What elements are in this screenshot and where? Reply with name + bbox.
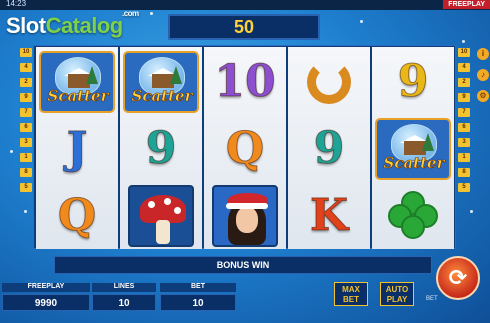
status-bar: 14:23 FREEPLAY [0, 0, 490, 10]
payline-indicator[interactable]: 2 [20, 78, 32, 87]
symbol-clover [372, 182, 454, 249]
spin-button[interactable]: ⟳ [436, 256, 480, 300]
lines-selector[interactable]: LINES 10 [92, 283, 156, 319]
payline-indicator[interactable]: 4 [458, 63, 470, 72]
symbol-scatter: Scatter [36, 48, 118, 115]
clock: 14:23 [6, 0, 27, 8]
symbol-q: Q [57, 190, 97, 242]
payline-indicator[interactable]: 9 [20, 93, 32, 102]
symbol-j: J [66, 123, 88, 175]
symbol-q: Q [225, 123, 265, 175]
win-display: 50 [168, 14, 320, 40]
symbol-9: 9 [397, 56, 429, 108]
slotcatalog-logo: SlotCatalog .com [6, 9, 139, 38]
symbol-10: 10 [214, 56, 276, 108]
payline-indicators-left: 10 4 2 9 7 6 3 1 8 5 [20, 48, 32, 198]
side-controls: i ♪ ⚙ [477, 48, 489, 111]
auto-play-button[interactable]: AUTO PLAY [380, 282, 414, 306]
reel-1: Scatter J Q [36, 47, 118, 249]
symbol-girl [204, 182, 286, 249]
symbol-scatter: Scatter [372, 115, 454, 182]
payline-indicator[interactable]: 8 [20, 168, 32, 177]
reel-area: Scatter J Q Scatter 9 10 Q 9 K 9 Scatter [33, 45, 456, 249]
info-icon[interactable]: i [477, 48, 489, 60]
reel-4: 9 K [288, 47, 370, 249]
payline-indicator[interactable]: 4 [20, 63, 32, 72]
bonus-win-bar: BONUS WIN [54, 256, 432, 274]
win-value: 50 [233, 17, 255, 37]
payline-indicators-right: 10 4 2 9 7 6 3 1 8 5 [458, 48, 470, 198]
symbol-k: K [309, 190, 349, 242]
volume-icon[interactable]: ♪ [477, 69, 489, 81]
payline-indicator[interactable]: 1 [458, 153, 470, 162]
symbol-9: 9 [145, 123, 177, 175]
payline-indicator[interactable]: 7 [458, 108, 470, 117]
symbol-scatter: Scatter [120, 48, 202, 115]
payline-indicator[interactable]: 10 [458, 48, 470, 57]
max-bet-button[interactable]: MAX BET [334, 282, 368, 306]
bet-selector[interactable]: BET 10 [160, 283, 236, 319]
gear-icon[interactable]: ⚙ [477, 90, 489, 102]
freeplay-balance: FREEPLAY 9990 [2, 283, 90, 319]
bet-side-label: BET [426, 296, 438, 302]
reel-2: Scatter 9 [120, 47, 202, 249]
symbol-9: 9 [313, 123, 345, 175]
spin-icon: ⟳ [448, 265, 468, 290]
symbol-mushroom [120, 182, 202, 249]
reel-5: 9 Scatter [372, 47, 454, 249]
payline-indicator[interactable]: 5 [458, 183, 470, 192]
payline-indicator[interactable]: 5 [20, 183, 32, 192]
reel-3: 10 Q [204, 47, 286, 249]
payline-indicator[interactable]: 1 [20, 153, 32, 162]
payline-indicator[interactable]: 2 [458, 78, 470, 87]
payline-indicator[interactable]: 3 [20, 138, 32, 147]
payline-indicator[interactable]: 6 [20, 123, 32, 132]
payline-indicator[interactable]: 10 [20, 48, 32, 57]
symbol-horseshoe [288, 48, 370, 115]
payline-indicator[interactable]: 7 [20, 108, 32, 117]
payline-indicator[interactable]: 8 [458, 168, 470, 177]
freeplay-tag: FREEPLAY [443, 0, 490, 9]
payline-indicator[interactable]: 3 [458, 138, 470, 147]
payline-indicator[interactable]: 6 [458, 123, 470, 132]
payline-indicator[interactable]: 9 [458, 93, 470, 102]
